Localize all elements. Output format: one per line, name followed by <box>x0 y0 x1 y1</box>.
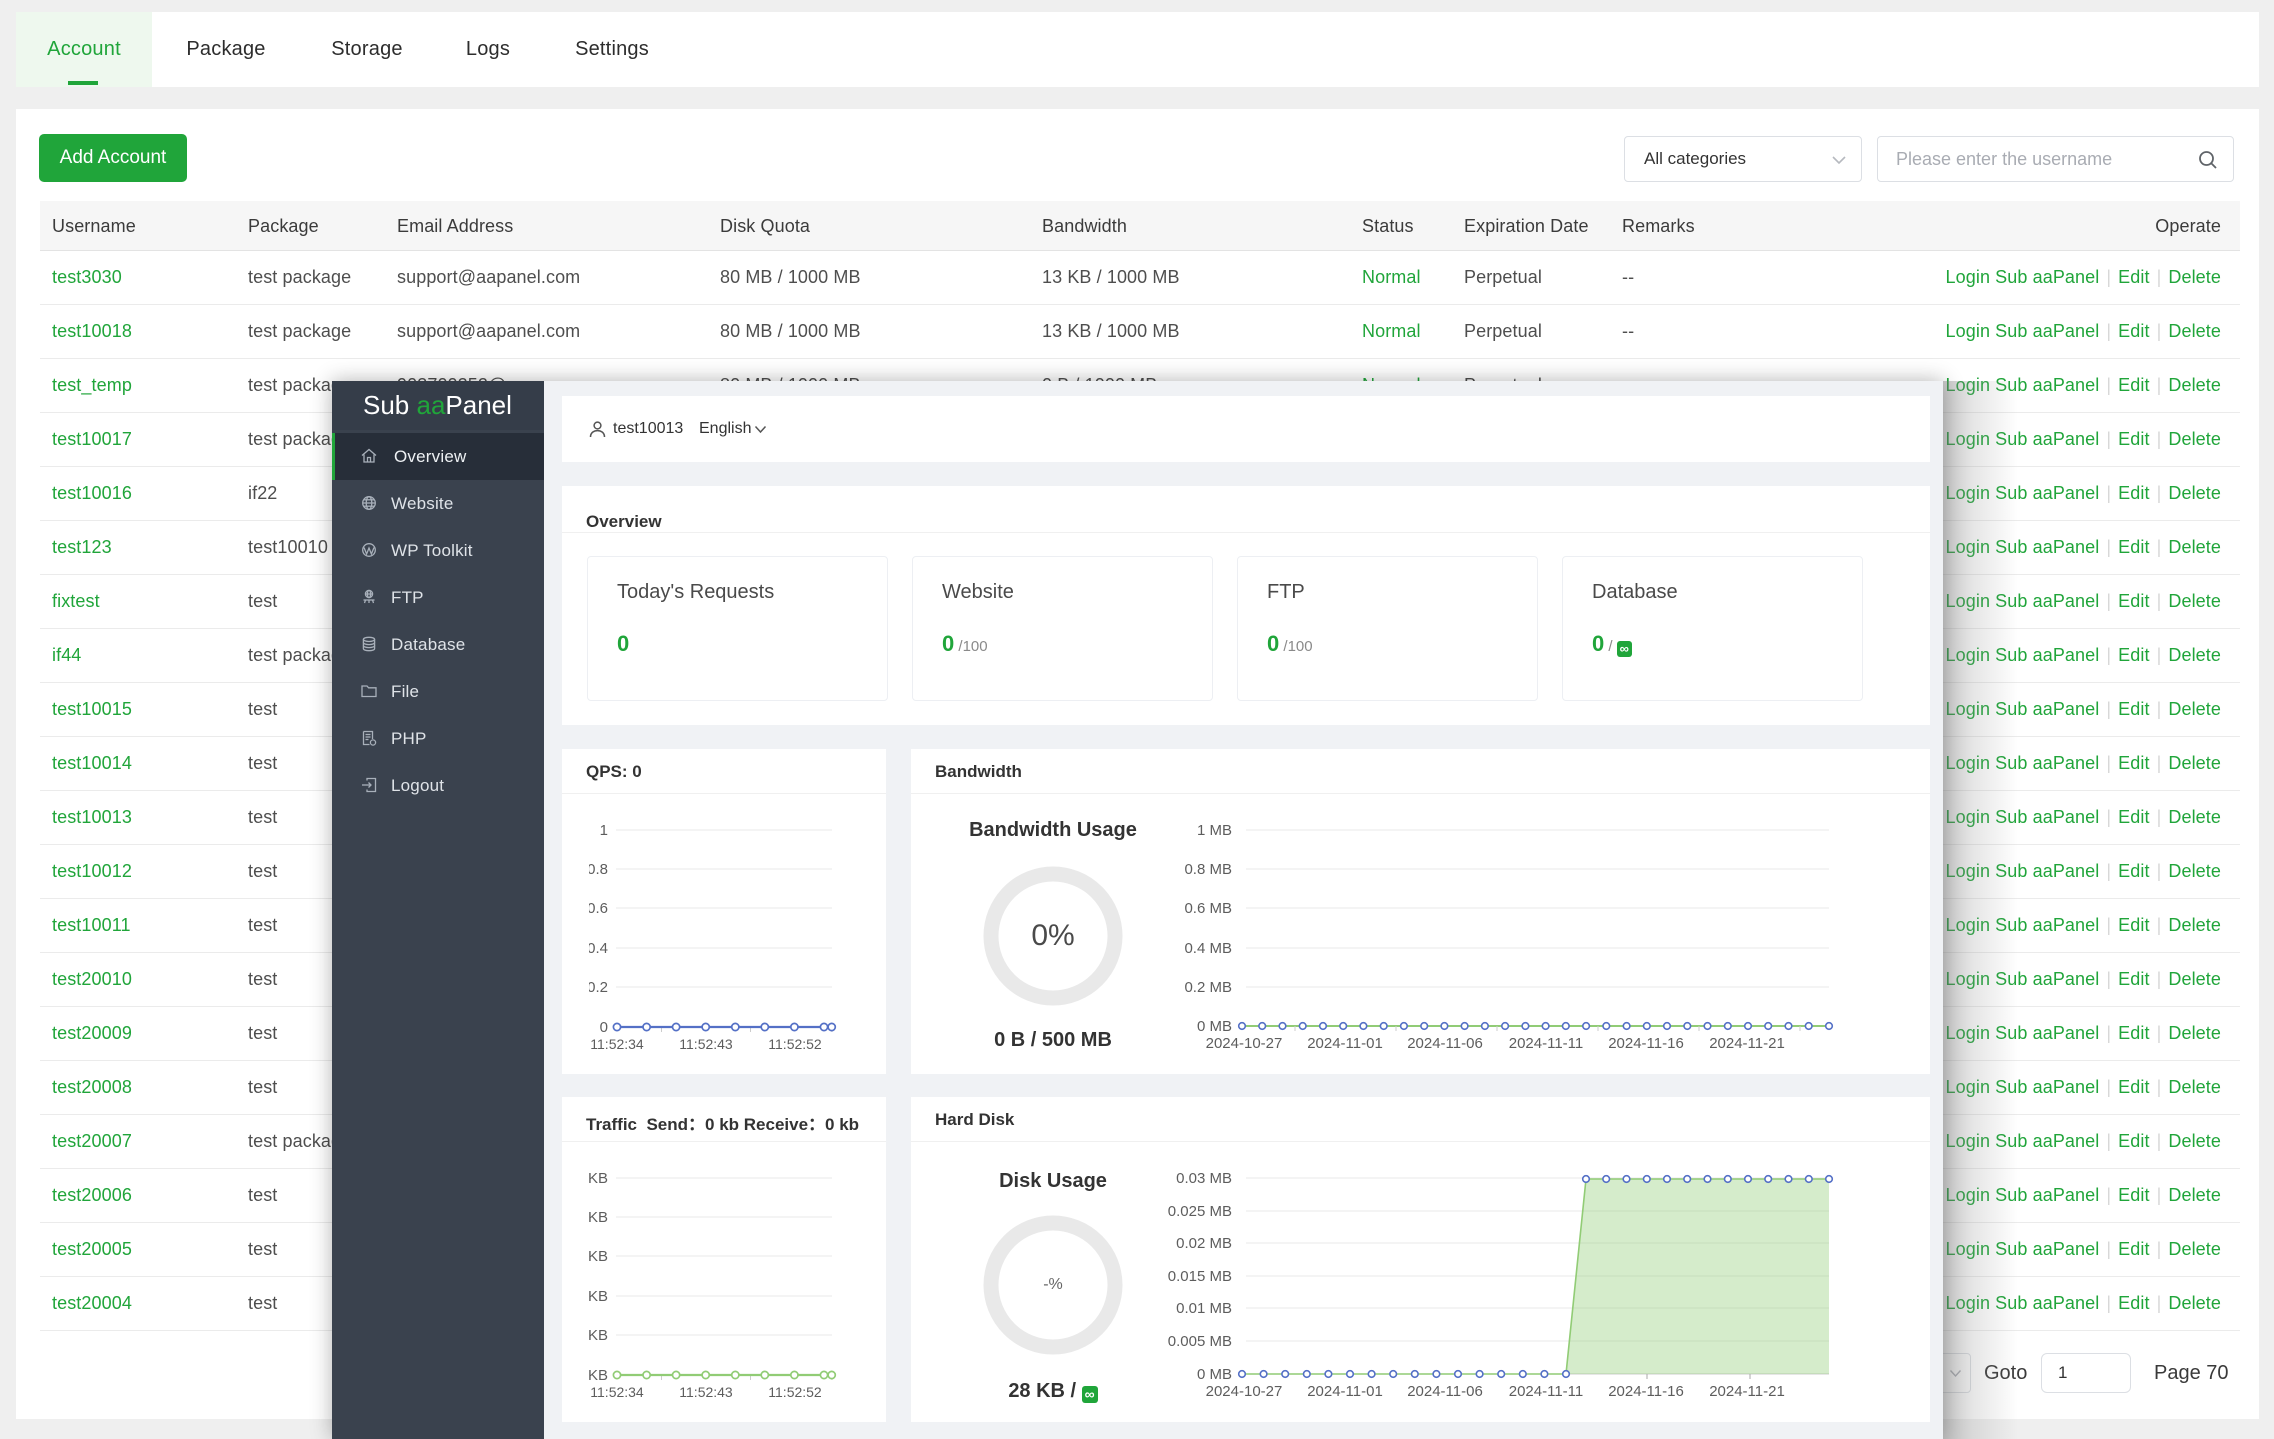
svg-text:0.4: 0.4 <box>587 940 608 957</box>
svg-text:11:52:34: 11:52:34 <box>590 1036 644 1052</box>
svg-text:2024-11-01: 2024-11-01 <box>1307 1383 1383 1400</box>
svg-text:0.2 MB: 0.2 MB <box>1184 979 1232 996</box>
svg-text:0.02 MB: 0.02 MB <box>1176 1235 1232 1252</box>
svg-text:KB: KB <box>588 1327 608 1344</box>
svg-text:11:52:43: 11:52:43 <box>679 1384 733 1400</box>
svg-text:2024-11-11: 2024-11-11 <box>1509 1383 1584 1400</box>
svg-text:2024-10-27: 2024-10-27 <box>1206 1383 1283 1400</box>
svg-text:0: 0 <box>600 1019 608 1036</box>
svg-text:KB: KB <box>588 1367 608 1384</box>
svg-text:0.8 MB: 0.8 MB <box>1184 861 1232 878</box>
svg-text:11:52:52: 11:52:52 <box>768 1384 822 1400</box>
svg-text:0.015 MB: 0.015 MB <box>1168 1268 1232 1285</box>
svg-text:0.03 MB: 0.03 MB <box>1176 1170 1232 1187</box>
svg-text:KB: KB <box>588 1248 608 1265</box>
svg-text:0.005 MB: 0.005 MB <box>1168 1333 1232 1350</box>
svg-text:2024-11-21: 2024-11-21 <box>1709 1035 1785 1052</box>
svg-text:0.6: 0.6 <box>587 900 608 917</box>
svg-text:2024-11-06: 2024-11-06 <box>1407 1035 1483 1052</box>
svg-text:0.8: 0.8 <box>587 861 608 878</box>
svg-text:11:52:43: 11:52:43 <box>679 1036 733 1052</box>
svg-text:2024-11-11: 2024-11-11 <box>1509 1035 1584 1052</box>
svg-text:2024-10-27: 2024-10-27 <box>1206 1035 1283 1052</box>
svg-text:KB: KB <box>588 1209 608 1226</box>
svg-text:KB: KB <box>588 1170 608 1187</box>
svg-text:KB: KB <box>588 1288 608 1305</box>
svg-text:2024-11-06: 2024-11-06 <box>1407 1383 1483 1400</box>
svg-text:0 MB: 0 MB <box>1197 1366 1232 1383</box>
svg-text:2024-11-01: 2024-11-01 <box>1307 1035 1383 1052</box>
svg-text:11:52:34: 11:52:34 <box>590 1384 644 1400</box>
svg-text:0.4 MB: 0.4 MB <box>1184 940 1232 957</box>
svg-text:2024-11-16: 2024-11-16 <box>1608 1383 1684 1400</box>
svg-text:0.025 MB: 0.025 MB <box>1168 1203 1232 1220</box>
svg-text:1 MB: 1 MB <box>1197 822 1232 839</box>
svg-text:0.2: 0.2 <box>587 979 608 996</box>
svg-text:0 MB: 0 MB <box>1197 1018 1232 1035</box>
svg-text:0.01 MB: 0.01 MB <box>1176 1300 1232 1317</box>
svg-text:1: 1 <box>600 822 608 839</box>
svg-text:11:52:52: 11:52:52 <box>768 1036 822 1052</box>
svg-text:2024-11-16: 2024-11-16 <box>1608 1035 1684 1052</box>
svg-text:2024-11-21: 2024-11-21 <box>1709 1383 1785 1400</box>
svg-text:0.6 MB: 0.6 MB <box>1184 900 1232 917</box>
